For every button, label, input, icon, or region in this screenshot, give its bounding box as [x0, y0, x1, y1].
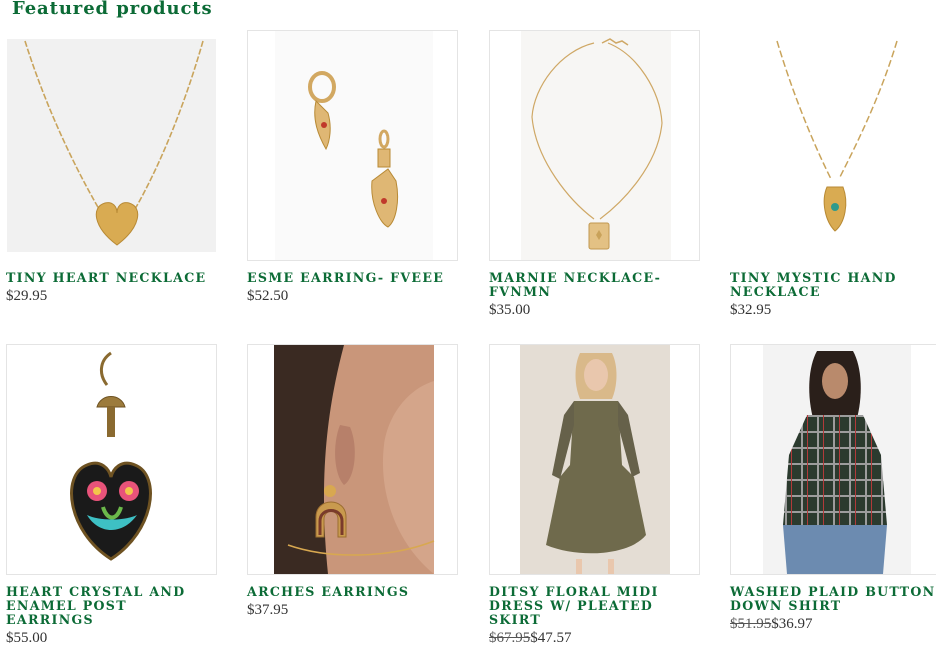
original-price: $51.95	[730, 616, 772, 632]
product-name[interactable]: ARCHES EARRINGS	[247, 585, 458, 599]
floral-dress-model-image	[520, 345, 670, 574]
product-image-link[interactable]	[489, 344, 700, 575]
product-name[interactable]: HEART CRYSTAL AND ENAMEL POST EARRINGS	[6, 585, 217, 627]
heart-necklace-image	[7, 39, 216, 252]
product-image-link[interactable]	[730, 344, 936, 575]
product-card[interactable]: ESME EARRING- FVEEE $52.50	[247, 30, 458, 305]
product-name[interactable]: WASHED PLAID BUTTON DOWN SHIRT	[730, 585, 936, 613]
original-price: $67.95	[489, 630, 531, 646]
product-price: $29.95	[6, 288, 48, 304]
product-price: $67.95$47.57	[489, 630, 700, 647]
hand-earrings-image	[275, 31, 433, 260]
product-price: $55.00	[6, 630, 48, 646]
product-image-link[interactable]	[489, 30, 700, 261]
plaid-shirt-model-image	[763, 345, 911, 574]
product-image-link[interactable]	[247, 344, 458, 575]
product-card[interactable]: DITSY FLORAL MIDI DRESS W/ PLEATED SKIRT…	[489, 344, 700, 647]
product-card[interactable]: ARCHES EARRINGS $37.95	[247, 344, 458, 619]
product-card[interactable]: WASHED PLAID BUTTON DOWN SHIRT $51.95$36…	[730, 344, 936, 633]
sale-price: $47.57	[530, 630, 572, 646]
pendant-necklace-image	[521, 31, 671, 260]
enamel-heart-earring-image	[70, 351, 152, 561]
product-card[interactable]: HEART CRYSTAL AND ENAMEL POST EARRINGS $…	[6, 344, 217, 647]
product-price: $51.95$36.97	[730, 616, 936, 633]
product-name[interactable]: MARNIE NECKLACE-FVNMN	[489, 271, 700, 299]
product-price: $32.95	[730, 302, 772, 318]
product-price: $35.00	[489, 302, 531, 318]
product-price: $37.95	[247, 602, 289, 618]
product-card[interactable]: MARNIE NECKLACE-FVNMN $35.00	[489, 30, 700, 319]
sale-price: $36.97	[771, 616, 813, 632]
product-price: $52.50	[247, 288, 289, 304]
product-card[interactable]: TINY HEART NECKLACE $29.95	[6, 30, 217, 305]
product-card[interactable]: TINY MYSTIC HAND NECKLACE $32.95	[730, 30, 936, 319]
section-title: Featured products	[12, 0, 213, 19]
product-image-link[interactable]	[6, 344, 217, 575]
product-name[interactable]: TINY HEART NECKLACE	[6, 271, 217, 285]
product-image-link[interactable]	[6, 30, 217, 261]
product-name[interactable]: DITSY FLORAL MIDI DRESS W/ PLEATED SKIRT	[489, 585, 700, 627]
arch-earring-model-image	[274, 345, 435, 574]
product-name[interactable]: TINY MYSTIC HAND NECKLACE	[730, 271, 936, 299]
product-name[interactable]: ESME EARRING- FVEEE	[247, 271, 458, 285]
product-image-link[interactable]	[247, 30, 458, 261]
product-image-link[interactable]	[730, 30, 936, 261]
hamsa-necklace-image	[776, 40, 898, 232]
